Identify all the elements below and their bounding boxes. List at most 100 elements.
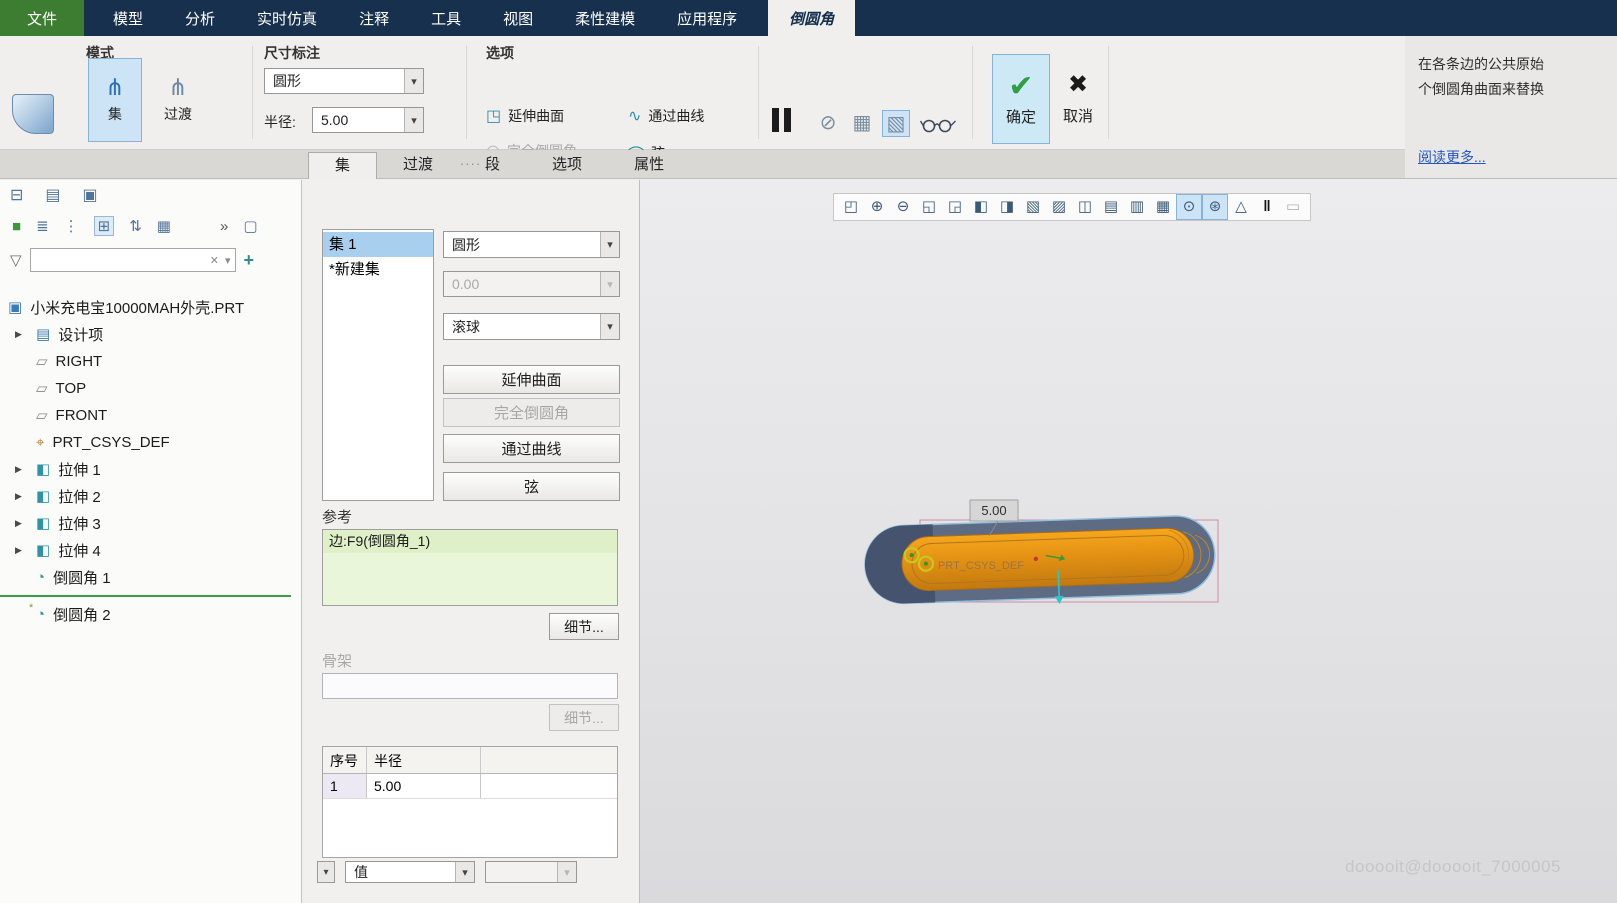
- radius-table[interactable]: 序号 半径 1 5.00: [322, 746, 618, 858]
- extend-surfaces-button[interactable]: 延伸曲面: [443, 365, 620, 394]
- feature-preview-icon[interactable]: ▦: [848, 110, 876, 135]
- radius-type-select[interactable]: 值 ▾: [345, 861, 475, 883]
- add-radius-icon[interactable]: ▾: [317, 861, 335, 883]
- radius-cell[interactable]: 5.00: [367, 774, 481, 798]
- creation-method-select[interactable]: 滚球 ▾: [443, 313, 620, 340]
- model-tree-icon[interactable]: ⊟: [10, 185, 23, 205]
- graphics-area[interactable]: ◰ ⊕ ⊖ ◱ ◲ ◧ ◨ ▧ ▨ ◫ ▤ ▥ ▦ ⊙ ⊛ △ ‖ ▭: [640, 180, 1617, 903]
- pause-icon[interactable]: ‖: [1254, 194, 1280, 220]
- glasses-preview-icon[interactable]: [920, 116, 956, 139]
- expand-arrow-icon[interactable]: ▶: [15, 329, 22, 340]
- sketch-display-icon[interactable]: ▤: [1098, 194, 1124, 220]
- tree-item-round-1[interactable]: ◔ 倒圆角 1: [0, 564, 301, 591]
- columns-icon[interactable]: ▦: [157, 217, 171, 235]
- sets-mode-button[interactable]: ⋔ 集: [88, 58, 142, 142]
- reference-edge-item[interactable]: 边:F9(倒圆角_1): [323, 530, 617, 553]
- tree-item-top-plane[interactable]: ▱ TOP: [0, 375, 301, 402]
- reference-details-button[interactable]: 细节...: [549, 613, 619, 640]
- folder-browser-icon[interactable]: ▤: [45, 185, 60, 205]
- refit-icon[interactable]: ◱: [916, 194, 942, 220]
- tree-item-csys[interactable]: ⌖ PRT_CSYS_DEF: [0, 429, 301, 456]
- chevron-down-icon[interactable]: ▾: [600, 232, 619, 257]
- chevron-down-icon[interactable]: ▾: [225, 254, 231, 267]
- chevron-down-icon[interactable]: ▾: [455, 862, 474, 882]
- insert-here-locator[interactable]: [0, 591, 301, 601]
- tree-settings-icon[interactable]: ▢: [243, 217, 257, 235]
- menu-tab-flex-modeling[interactable]: 柔性建模: [554, 0, 656, 36]
- expand-arrow-icon[interactable]: ▶: [15, 491, 22, 502]
- zoom-box-icon[interactable]: ◰: [838, 194, 864, 220]
- favorites-icon[interactable]: ▣: [83, 185, 98, 205]
- menu-tab-annotate[interactable]: 注释: [338, 0, 410, 36]
- round-sets-list[interactable]: 集 1 *新建集: [322, 229, 434, 501]
- no-preview-icon[interactable]: ⊘: [814, 110, 842, 135]
- panel-drag-handle[interactable]: ····: [460, 156, 481, 171]
- tab-sets[interactable]: 集: [308, 152, 377, 179]
- radius-dimension-label[interactable]: 5.00: [981, 503, 1006, 518]
- powerbank-shell-model[interactable]: [864, 515, 1217, 611]
- filter-funnel-icon[interactable]: ▽: [10, 251, 22, 269]
- tab-properties[interactable]: 属性: [608, 152, 690, 179]
- menu-tab-analysis[interactable]: 分析: [164, 0, 236, 36]
- menu-tab-model[interactable]: 模型: [92, 0, 164, 36]
- scene-icon[interactable]: ▨: [1046, 194, 1072, 220]
- 3d-dragger-icon[interactable]: ⊛: [1202, 194, 1228, 220]
- tree-item-front-plane[interactable]: ▱ FRONT: [0, 402, 301, 429]
- menu-tab-file[interactable]: 文件: [0, 0, 84, 36]
- tree-item-round-2-in-progress[interactable]: * ◔ 倒圆角 2: [0, 601, 301, 628]
- tree-item-extrude-4[interactable]: ▶ ◧ 拉伸 4: [0, 537, 301, 564]
- tree-item-part-root[interactable]: ▣ 小米充电宝10000MAH外壳.PRT: [0, 294, 301, 321]
- annotation-display-icon[interactable]: ▦: [1150, 194, 1176, 220]
- expand-arrow-icon[interactable]: ▶: [15, 545, 22, 556]
- active-model-icon[interactable]: ■: [12, 218, 21, 235]
- attached-preview-icon[interactable]: ▧: [882, 110, 910, 137]
- menu-tab-tools[interactable]: 工具: [410, 0, 482, 36]
- set-item-1[interactable]: 集 1: [323, 232, 433, 257]
- expand-arrow-icon[interactable]: ▶: [15, 518, 22, 529]
- radius-table-row[interactable]: 1 5.00: [323, 774, 617, 799]
- tree-filter-input[interactable]: ✕ ▾: [30, 248, 236, 272]
- read-more-link[interactable]: 阅读更多...: [1418, 145, 1486, 170]
- through-curve-button[interactable]: 通过曲线: [443, 434, 620, 463]
- sort-icon[interactable]: ⇅: [129, 217, 142, 235]
- display-style-icon[interactable]: ◧: [968, 194, 994, 220]
- overflow-icon[interactable]: »: [220, 218, 228, 235]
- pause-icon[interactable]: [772, 108, 791, 132]
- section-shape-select[interactable]: 圆形 ▾: [443, 231, 620, 258]
- references-list[interactable]: 边:F9(倒圆角_1): [322, 529, 618, 606]
- menu-tab-view[interactable]: 视图: [482, 0, 554, 36]
- radius-combo[interactable]: 5.00 ▾: [312, 107, 424, 133]
- set-item-new[interactable]: *新建集: [323, 257, 433, 282]
- detail-view-icon[interactable]: ⋮: [64, 217, 79, 235]
- menu-tab-round-active[interactable]: 倒圆角: [768, 0, 855, 36]
- appearance-icon[interactable]: ▧: [1020, 194, 1046, 220]
- spine-collector-field[interactable]: [322, 673, 618, 699]
- tree-item-right-plane[interactable]: ▱ RIGHT: [0, 348, 301, 375]
- list-view-icon[interactable]: ≣: [36, 217, 49, 235]
- tree-item-extrude-2[interactable]: ▶ ◧ 拉伸 2: [0, 483, 301, 510]
- expand-arrow-icon[interactable]: ▶: [15, 464, 22, 475]
- cancel-button[interactable]: ✖ 取消: [1052, 54, 1104, 144]
- transitions-mode-button[interactable]: ⋔ 过渡: [146, 58, 210, 142]
- spin-center-icon[interactable]: ⊙: [1176, 194, 1202, 220]
- menu-tab-live-sim[interactable]: 实时仿真: [236, 0, 338, 36]
- chevron-down-icon[interactable]: ▾: [404, 108, 423, 132]
- tree-item-extrude-3[interactable]: ▶ ◧ 拉伸 3: [0, 510, 301, 537]
- tree-item-extrude-1[interactable]: ▶ ◧ 拉伸 1: [0, 456, 301, 483]
- view-manager-icon[interactable]: ◫: [1072, 194, 1098, 220]
- warning-icon[interactable]: △: [1228, 194, 1254, 220]
- menu-tab-applications[interactable]: 应用程序: [656, 0, 758, 36]
- add-filter-icon[interactable]: +: [244, 250, 255, 271]
- tab-options[interactable]: 选项: [526, 152, 608, 179]
- repaint-icon[interactable]: ◲: [942, 194, 968, 220]
- datum-display-icon[interactable]: ▥: [1124, 194, 1150, 220]
- ok-button[interactable]: ✔ 确定: [992, 54, 1050, 144]
- chord-button[interactable]: 弦: [443, 472, 620, 501]
- zoom-out-icon[interactable]: ⊖: [890, 194, 916, 220]
- round-shape-select[interactable]: 圆形 ▾: [264, 68, 424, 94]
- model-3d-view[interactable]: 5.00 PRT_CSYS_DEF: [840, 498, 1280, 628]
- grid-view-icon[interactable]: ⊞: [94, 216, 115, 236]
- tree-item-design-items[interactable]: ▶ ▤ 设计项: [0, 321, 301, 348]
- extend-surfaces-option[interactable]: ◳ 延伸曲面: [486, 106, 564, 126]
- chevron-down-icon[interactable]: ▾: [404, 69, 423, 93]
